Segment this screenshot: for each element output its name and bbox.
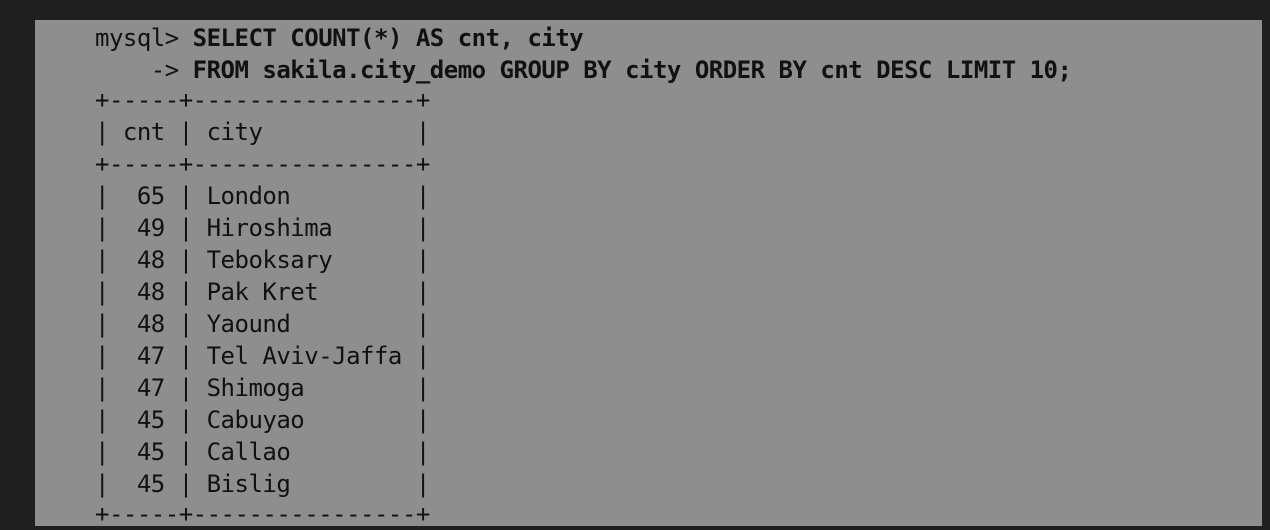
query-line-2: -> FROM sakila.city_demo GROUP BY city O… [95, 54, 1072, 86]
table-row: | 65 | London | [95, 182, 430, 210]
table-border-bottom: +-----+----------------+ [95, 500, 430, 528]
table-row: | 47 | Tel Aviv-Jaffa | [95, 342, 430, 370]
table-row: | 45 | Cabuyao | [95, 406, 430, 434]
table-row: | 45 | Callao | [95, 438, 430, 466]
sql-query-text: SELECT COUNT(*) AS cnt, city [192, 24, 584, 52]
table-row: | 45 | Bislig | [95, 470, 430, 498]
continuation-prompt: -> [95, 56, 193, 84]
window-frame: mysql> SELECT COUNT(*) AS cnt, city -> F… [0, 0, 1270, 528]
table-border-header: +-----+----------------+ [95, 150, 430, 178]
table-row: | 48 | Pak Kret | [95, 278, 430, 306]
table-row: | 47 | Shimoga | [95, 374, 430, 402]
query-line-1: mysql> SELECT COUNT(*) AS cnt, city [95, 22, 584, 54]
table-border-top: +-----+----------------+ [95, 86, 430, 114]
table-header-row: | cnt | city | [95, 118, 430, 146]
table-row: | 48 | Yaound | [95, 310, 430, 338]
mysql-prompt: mysql> [95, 24, 193, 52]
table-row: | 49 | Hiroshima | [95, 214, 430, 242]
sql-query-text: FROM sakila.city_demo GROUP BY city ORDE… [192, 56, 1072, 84]
terminal-output[interactable]: mysql> SELECT COUNT(*) AS cnt, city -> F… [35, 20, 1262, 528]
table-row: | 48 | Teboksary | [95, 246, 430, 274]
